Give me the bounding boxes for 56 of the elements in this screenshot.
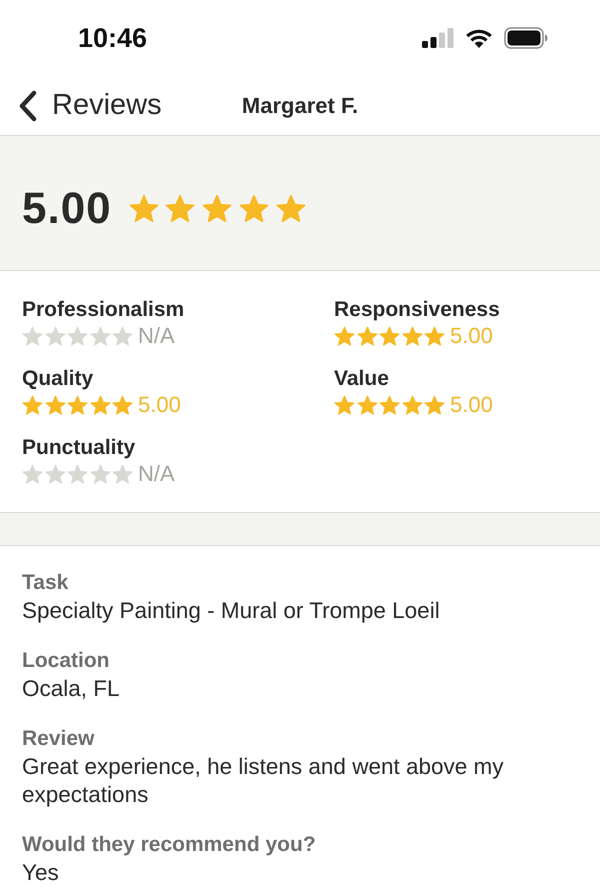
category-score: 5.00 (450, 323, 493, 349)
nav-title: Margaret F. (242, 92, 358, 118)
star-icon (67, 464, 88, 484)
star-icon (128, 194, 159, 224)
category-score: N/A (138, 461, 175, 487)
star-icon (90, 326, 110, 346)
star-icon (276, 194, 306, 224)
detail-label: Would they recommend you? (22, 832, 317, 858)
category-name: Professionalism (22, 298, 186, 322)
category-name: Value (334, 367, 390, 391)
detail-value: Yes (22, 859, 60, 887)
detail-label: Location (22, 648, 110, 674)
star-icon (44, 326, 66, 346)
detail-label: Review (22, 726, 96, 752)
category-score: 5.00 (138, 392, 181, 418)
star-icon (356, 326, 378, 346)
battery-icon (504, 27, 548, 49)
star-icon (334, 326, 355, 346)
category-score: 5.00 (450, 392, 493, 418)
detail-label: Task (22, 570, 70, 596)
chevron-left-icon (18, 90, 38, 122)
star-icon (334, 394, 355, 416)
star-icon (22, 464, 43, 484)
category-name: Punctuality (22, 436, 136, 460)
star-icon (402, 394, 422, 416)
star-icon (379, 394, 400, 416)
star-icon (112, 394, 133, 416)
star-icon (22, 394, 43, 416)
star-icon (44, 464, 66, 484)
star-icon (22, 326, 43, 346)
star-icon (112, 326, 133, 346)
star-icon (44, 394, 66, 416)
category-name: Responsiveness (334, 298, 501, 322)
star-icon (379, 326, 400, 346)
star-icon (424, 326, 445, 346)
detail-value: Great experience, he listens and went above my expectations (22, 753, 505, 809)
star-icon (90, 394, 110, 416)
star-icon (238, 194, 269, 224)
overall-score: 5.00 (22, 184, 112, 234)
star-icon (67, 394, 88, 416)
detail-value: Specialty Painting - Mural or Trompe Loeil (22, 597, 441, 625)
detail-value: Ocala, FL (22, 675, 121, 703)
star-icon (90, 464, 110, 484)
category-name: Quality (22, 367, 94, 391)
status-time: 10:46 (78, 22, 148, 54)
star-icon (356, 394, 378, 416)
star-icon (202, 194, 232, 224)
star-icon (402, 326, 422, 346)
star-icon (67, 326, 88, 346)
back-button[interactable]: Reviews (0, 89, 162, 122)
category-score: N/A (138, 323, 175, 349)
signal-icon (422, 28, 454, 48)
wifi-icon (465, 28, 493, 48)
star-icon (165, 194, 196, 224)
star-icon (112, 464, 133, 484)
star-icon (424, 394, 445, 416)
